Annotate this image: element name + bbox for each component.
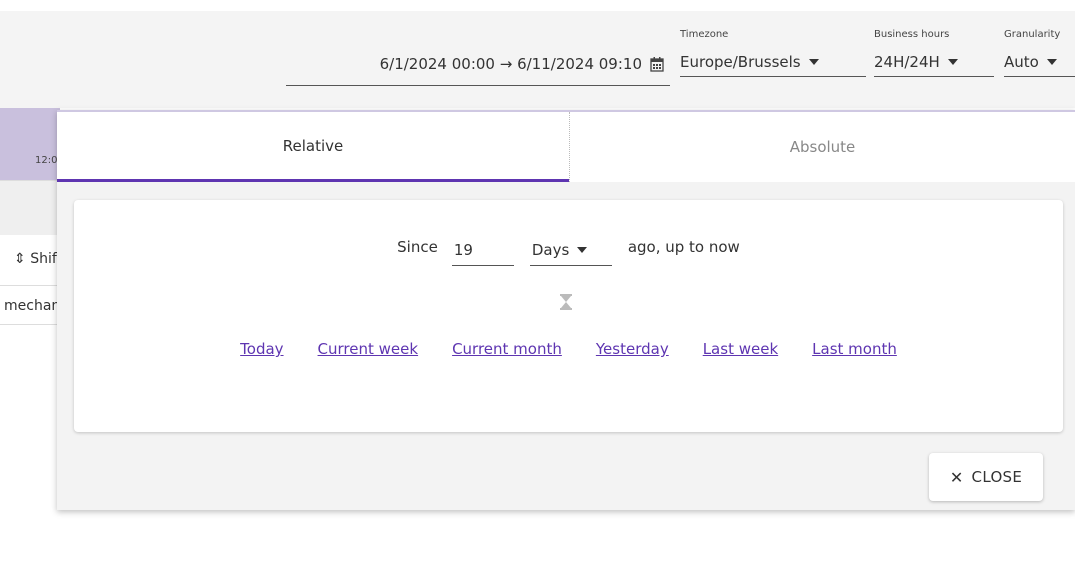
timezone-label: Timezone — [680, 29, 729, 40]
granularity-label: Granularity — [1004, 29, 1061, 40]
caret-down-icon — [808, 58, 819, 65]
caret-down-icon — [1046, 58, 1057, 65]
date-range-text: 6/1/2024 00:00 → 6/11/2024 09:10 — [379, 55, 642, 73]
granularity-field: Granularity Auto — [1004, 29, 1075, 77]
quick-link-last-week[interactable]: Last week — [703, 338, 778, 360]
caret-down-icon — [947, 58, 958, 65]
column-header-shift[interactable]: ⇕ Shift — [14, 251, 62, 267]
timezone-field: Timezone Europe/Brussels — [680, 29, 866, 77]
amount-input[interactable] — [451, 234, 514, 266]
granularity-select[interactable]: Auto — [1004, 47, 1075, 77]
timezone-value: Europe/Brussels — [680, 52, 801, 71]
quick-link-current-month[interactable]: Current month — [452, 338, 562, 360]
date-range-popover: Relative Absolute Since Days ago, up to … — [57, 110, 1075, 510]
quick-link-yesterday[interactable]: Yesterday — [596, 338, 669, 360]
calendar-icon — [650, 55, 664, 72]
since-label: Since — [397, 238, 438, 256]
unit-value: Days — [531, 240, 570, 259]
close-button[interactable]: ✕ CLOSE — [929, 453, 1043, 501]
ago-text: ago, up to now — [627, 238, 740, 256]
tab-relative[interactable]: Relative — [57, 112, 569, 182]
business-hours-value: 24H/24H — [874, 52, 940, 71]
unit-select[interactable]: Days — [529, 234, 612, 266]
quick-range-links: Today Current week Current month Yesterd… — [204, 338, 933, 360]
quick-link-current-week[interactable]: Current week — [318, 338, 419, 360]
caret-down-icon — [577, 246, 588, 253]
date-range-picker[interactable]: 6/1/2024 00:00 → 6/11/2024 09:10 — [286, 52, 670, 86]
since-row: Since Days ago, up to now — [74, 234, 1063, 268]
close-label: CLOSE — [971, 468, 1023, 486]
range-mode-tabs: Relative Absolute — [57, 112, 1075, 182]
tab-absolute[interactable]: Absolute — [569, 112, 1075, 182]
hourglass-icon — [560, 294, 572, 310]
quick-link-last-month[interactable]: Last month — [812, 338, 897, 360]
top-toolbar: 6/1/2024 00:00 → 6/11/2024 09:10 Timezon… — [0, 0, 1075, 108]
business-hours-field: Business hours 24H/24H — [874, 29, 994, 77]
business-hours-label: Business hours — [874, 29, 950, 40]
business-hours-select[interactable]: 24H/24H — [874, 47, 994, 77]
quick-link-today[interactable]: Today — [240, 338, 283, 360]
table-toolbar — [0, 180, 60, 235]
relative-range-card: Since Days ago, up to now Today Current … — [74, 200, 1063, 432]
granularity-value: Auto — [1004, 52, 1039, 71]
toolbar-top-strip — [0, 0, 1075, 11]
chart-band — [0, 108, 60, 180]
close-icon: ✕ — [949, 467, 964, 487]
sort-icon: ⇕ — [14, 251, 26, 267]
timezone-select[interactable]: Europe/Brussels — [680, 47, 866, 77]
